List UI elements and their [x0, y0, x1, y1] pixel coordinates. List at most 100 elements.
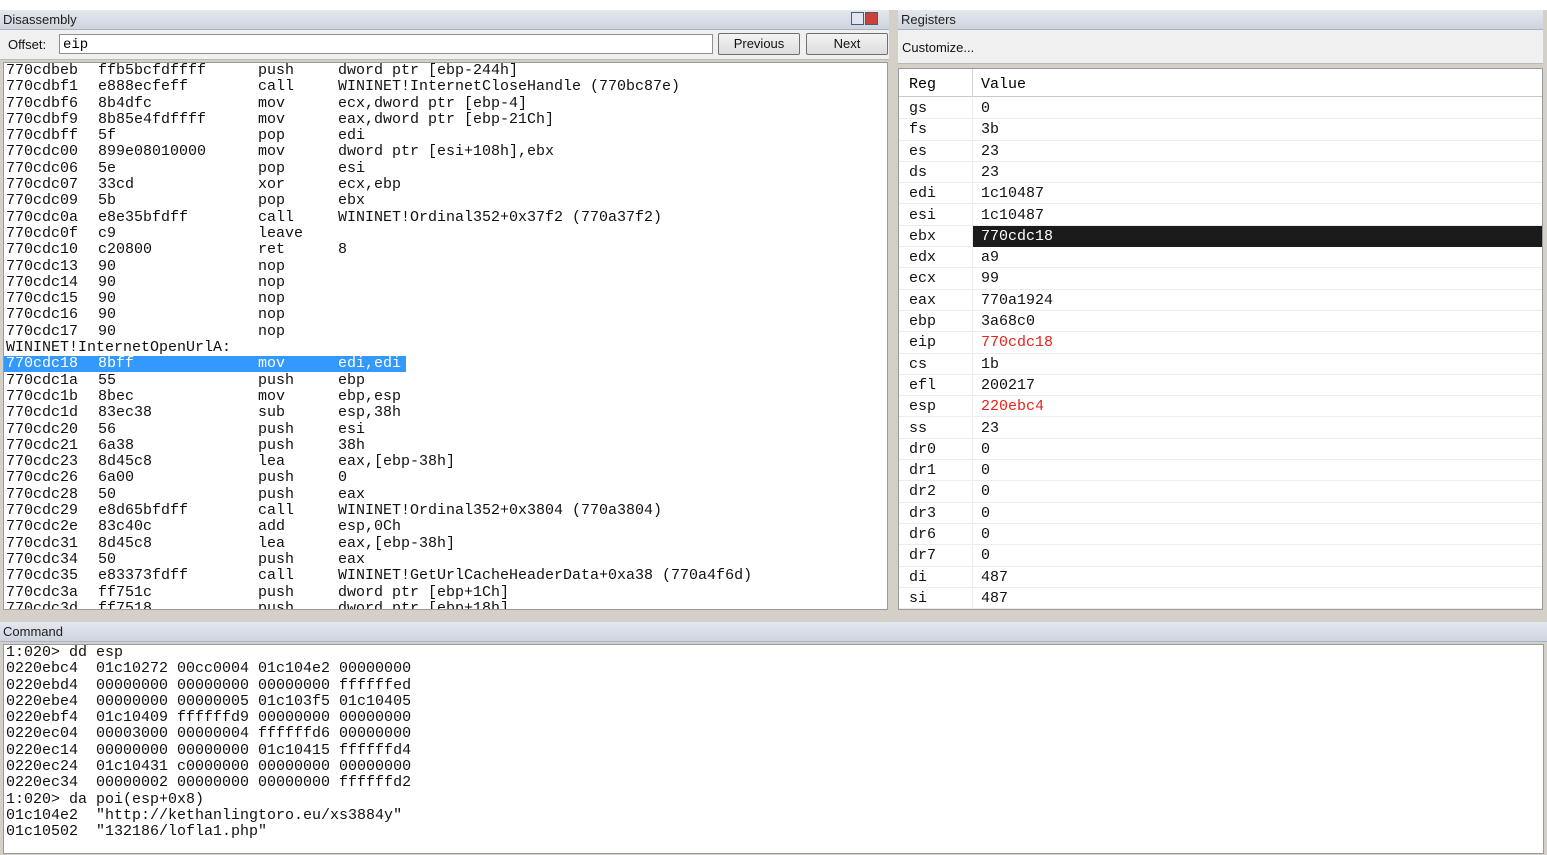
disassembly-line[interactable]: 770cdc13 90 nop: [4, 258, 887, 275]
register-row-ebp[interactable]: ebp 3a68c0: [899, 311, 1542, 333]
register-row-di[interactable]: di 487: [899, 566, 1542, 588]
register-row-eip[interactable]: eip 770cdc18: [899, 332, 1542, 354]
register-value[interactable]: 1c10487: [981, 207, 1044, 224]
register-row-dr1[interactable]: dr1 0: [899, 460, 1542, 482]
disassembly-line[interactable]: 770cdc09 5b pop ebx: [4, 193, 887, 209]
register-value[interactable]: 0: [981, 505, 990, 522]
mnemonic: push: [258, 436, 295, 454]
register-value[interactable]: 0: [981, 441, 990, 458]
disassembly-line[interactable]: 770cdc06 5e pop esi: [4, 160, 887, 177]
register-value[interactable]: 770cdc18: [981, 228, 1053, 245]
register-value[interactable]: 770a1924: [981, 292, 1053, 309]
register-row-ds[interactable]: ds 23: [899, 161, 1542, 184]
register-row-fs[interactable]: fs 3b: [899, 119, 1542, 141]
register-value[interactable]: 487: [981, 569, 1008, 586]
registers-table[interactable]: Reg Value gs 0 fs 3b es 23 ds 23 edi 1c10487 esi 1c…: [898, 68, 1543, 610]
command-output[interactable]: 1:020> dd esp 0220ebc4 01c10272 00cc0004 …: [3, 644, 1544, 854]
register-value[interactable]: 1c10487: [981, 185, 1044, 202]
disassembly-line[interactable]: 770cdbeb ffb5bcfdffff push dword ptr [ebp-2…: [4, 63, 887, 79]
disassembly-line[interactable]: 770cdc3a ff751c push dword ptr [ebp+1Ch]: [4, 584, 887, 601]
disassembly-line[interactable]: 770cdbf1 e888ecfeff call WININET!InternetCl…: [4, 79, 887, 95]
disassembly-line[interactable]: 770cdc17 90 nop: [4, 323, 887, 340]
disassembly-line[interactable]: 770cdc35 e83373fdff call WININET!GetUrlCach…: [4, 568, 887, 584]
register-row-dr0[interactable]: dr0 0: [899, 438, 1542, 461]
register-row-eax[interactable]: eax 770a1924: [899, 289, 1542, 311]
register-value[interactable]: 23: [981, 143, 999, 160]
disassembly-line[interactable]: 770cdc0f c9 leave: [4, 225, 887, 242]
column-divider[interactable]: [972, 69, 973, 97]
previous-button[interactable]: Previous: [718, 33, 800, 55]
register-row-dr6[interactable]: dr6 0: [899, 524, 1542, 546]
disassembly-line[interactable]: 770cdc1d 83ec38 sub esp,38h: [4, 405, 887, 421]
register-value[interactable]: a9: [981, 249, 999, 266]
disassembly-line[interactable]: 770cdc29 e8d65bfdff call WININET!Ordinal352…: [4, 503, 887, 519]
register-row-dr3[interactable]: dr3 0: [899, 502, 1542, 524]
register-value[interactable]: 487: [981, 590, 1008, 607]
register-value[interactable]: 0: [981, 483, 990, 500]
symbol-label: WININET!InternetOpenUrlA:: [6, 339, 232, 357]
disassembly-line[interactable]: 770cdc1a 55 push ebp: [4, 371, 887, 389]
register-value[interactable]: 200217: [981, 377, 1035, 394]
register-value[interactable]: 220ebc4: [981, 398, 1044, 415]
restore-icon[interactable]: [851, 12, 864, 25]
register-row-esi[interactable]: esi 1c10487: [899, 204, 1542, 226]
customize-button[interactable]: Customize...: [902, 40, 974, 55]
register-row-efl[interactable]: efl 200217: [899, 374, 1542, 397]
disassembly-line[interactable]: 770cdc0a e8e35bfdff call WININET!Ordinal352…: [4, 209, 887, 226]
register-value[interactable]: 0: [981, 462, 990, 479]
disassembly-line[interactable]: 770cdc1b 8bec mov ebp,esp: [4, 388, 887, 405]
register-row-edi[interactable]: edi 1c10487: [899, 183, 1542, 205]
disassembly-label[interactable]: WININET!InternetOpenUrlA:: [4, 340, 887, 356]
register-row-ebx[interactable]: ebx 770cdc18: [899, 225, 1542, 248]
register-row-si[interactable]: si 487: [899, 587, 1542, 609]
register-value[interactable]: 0: [981, 526, 990, 543]
register-row-cs[interactable]: cs 1b: [899, 353, 1542, 375]
register-name: fs: [909, 121, 928, 139]
disassembly-line[interactable]: 770cdc26 6a00 push 0: [4, 470, 887, 486]
disassembly-line[interactable]: 770cdc10 c20800 ret 8: [4, 242, 887, 258]
disassembly-line[interactable]: 770cdc18 8bff mov edi,edi: [4, 356, 887, 373]
disassembly-line[interactable]: 770cdc34 50 push eax: [4, 551, 887, 568]
register-value[interactable]: 23: [981, 164, 999, 181]
register-value[interactable]: 1b: [981, 356, 999, 373]
register-row-esp[interactable]: esp 220ebc4: [899, 396, 1542, 418]
disassembly-line[interactable]: 770cdc21 6a38 push 38h: [4, 436, 887, 454]
vertical-splitter[interactable]: [889, 10, 898, 610]
disassembly-line[interactable]: 770cdbf6 8b4dfc mov ecx,dword ptr [ebp-4]: [4, 95, 887, 112]
register-row-ss[interactable]: ss 23: [899, 417, 1542, 439]
register-value[interactable]: 3a68c0: [981, 313, 1035, 330]
next-button[interactable]: Next: [806, 33, 888, 55]
mnemonic: push: [258, 371, 295, 389]
disassembly-line[interactable]: 770cdc31 8d45c8 lea eax,[ebp-38h]: [4, 535, 887, 552]
register-value[interactable]: 0: [981, 547, 990, 564]
register-value[interactable]: 0: [981, 100, 990, 117]
register-row-es[interactable]: es 23: [899, 140, 1542, 162]
disassembly-listing[interactable]: 770cdbeb ffb5bcfdffff push dword ptr [ebp-2…: [3, 62, 888, 610]
register-value[interactable]: 23: [981, 420, 999, 437]
offset-input[interactable]: eip: [59, 34, 713, 54]
register-row-dr2[interactable]: dr2 0: [899, 481, 1542, 503]
disassembly-line[interactable]: 770cdc3d ff7518 push dword ptr [ebp+18h]: [4, 600, 887, 609]
register-value[interactable]: 3b: [981, 121, 999, 138]
disassembly-line[interactable]: 770cdc23 8d45c8 lea eax,[ebp-38h]: [4, 454, 887, 470]
disassembly-line[interactable]: 770cdc14 90 nop: [4, 274, 887, 291]
register-value[interactable]: 99: [981, 270, 999, 287]
disassembly-line[interactable]: 770cdc2e 83c40c add esp,0Ch: [4, 519, 887, 535]
register-row-ecx[interactable]: ecx 99: [899, 268, 1542, 290]
register-value[interactable]: 770cdc18: [981, 334, 1053, 351]
register-row-gs[interactable]: gs 0: [899, 98, 1542, 120]
disassembly-line[interactable]: 770cdbf9 8b85e4fdffff mov eax,dword ptr [eb…: [4, 111, 887, 128]
operands: ebx: [338, 192, 366, 210]
reg-column-header[interactable]: Reg: [909, 76, 936, 93]
disassembly-line[interactable]: 770cdc00 899e08010000 mov dword ptr [esi+10…: [4, 144, 887, 160]
disassembly-line[interactable]: 770cdc20 56 push esi: [4, 421, 887, 438]
register-row-dr7[interactable]: dr7 0: [899, 545, 1542, 567]
disassembly-line[interactable]: 770cdc16 90 nop: [4, 307, 887, 323]
disassembly-line[interactable]: 770cdbff 5f pop edi: [4, 128, 887, 144]
close-icon[interactable]: [865, 12, 878, 25]
disassembly-line[interactable]: 770cdc15 90 nop: [4, 291, 887, 307]
disassembly-line[interactable]: 770cdc07 33cd xor ecx,ebp: [4, 177, 887, 193]
value-column-header[interactable]: Value: [981, 76, 1026, 93]
disassembly-line[interactable]: 770cdc28 50 push eax: [4, 486, 887, 503]
register-row-edx[interactable]: edx a9: [899, 247, 1542, 269]
